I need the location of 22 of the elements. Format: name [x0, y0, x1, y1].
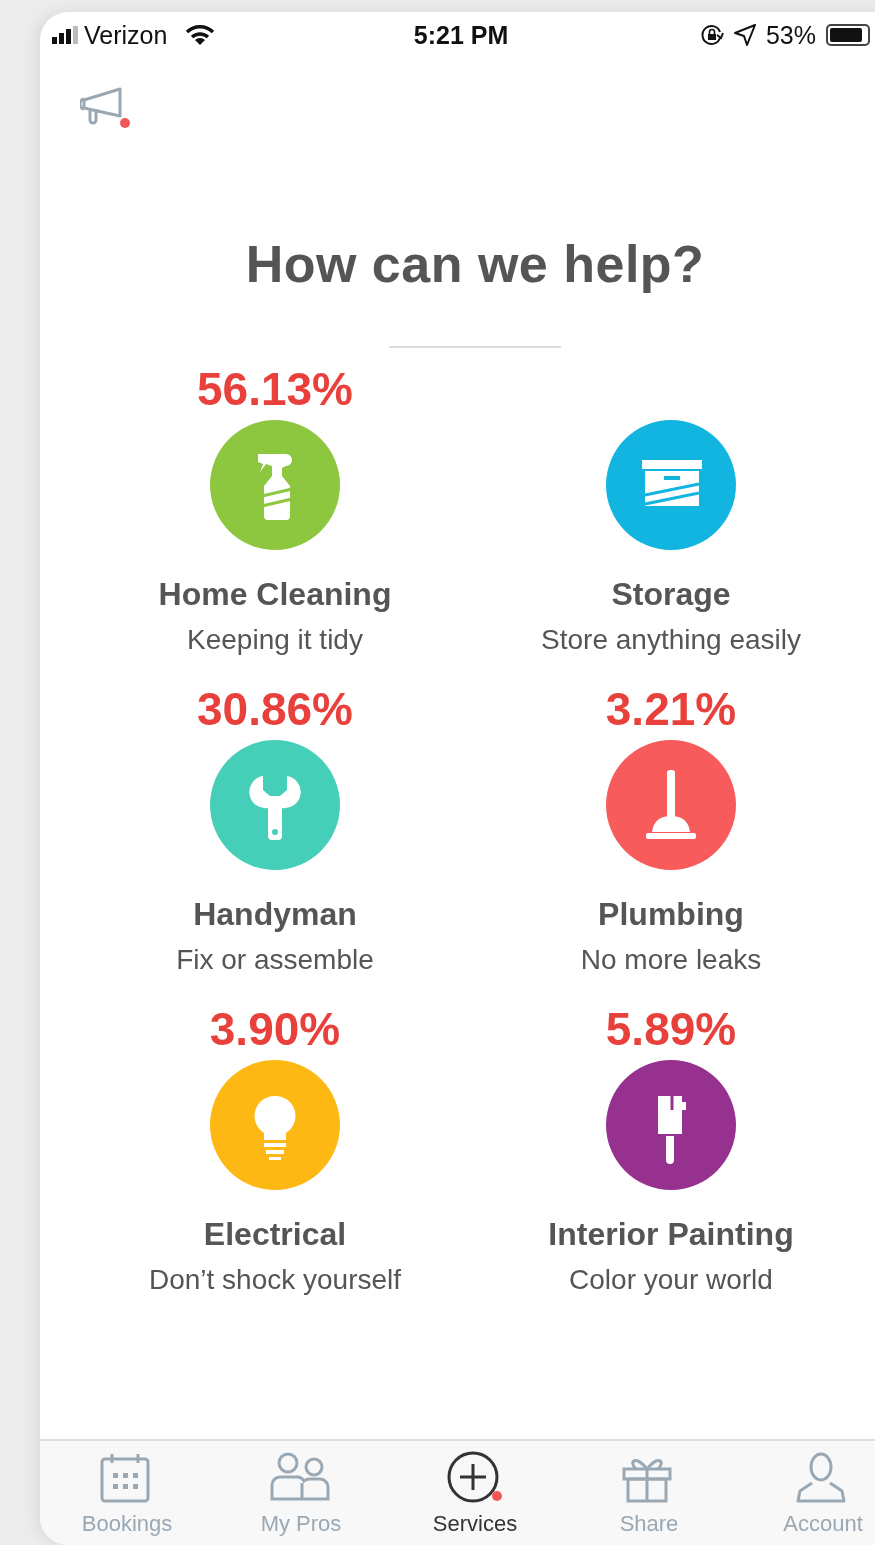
service-name[interactable]: Handyman — [193, 894, 357, 934]
tab-button[interactable]: Services — [388, 1441, 562, 1545]
service-description: Fix or assemble — [176, 943, 374, 977]
status-time: 5:21 PM — [412, 20, 510, 50]
service-description: Store anything easily — [541, 623, 801, 657]
service-name[interactable]: Interior Painting — [548, 1214, 794, 1254]
percentage-label: 3.21% — [605, 682, 737, 737]
service-description: Keeping it tidy — [187, 623, 363, 657]
carrier-name: Verizon — [84, 20, 168, 50]
service-name[interactable]: Electrical — [203, 1214, 347, 1254]
percentage-label: 3.90% — [209, 1002, 341, 1057]
service-name[interactable]: Storage — [611, 574, 731, 614]
percentage-label: 5.89% — [605, 1002, 737, 1057]
service-description: Don’t shock yourself — [148, 1263, 402, 1297]
percentage-label: 30.86% — [197, 682, 353, 737]
service-description: No more leaks — [580, 943, 762, 977]
service-name[interactable]: Plumbing — [598, 894, 744, 934]
percentage-label: 56.13% — [197, 362, 353, 417]
battery-percent: 53% — [765, 20, 816, 50]
service-name[interactable]: Home Cleaning — [158, 574, 392, 614]
page-title: How can we help? — [244, 234, 706, 294]
service-description: Color your world — [569, 1263, 773, 1297]
